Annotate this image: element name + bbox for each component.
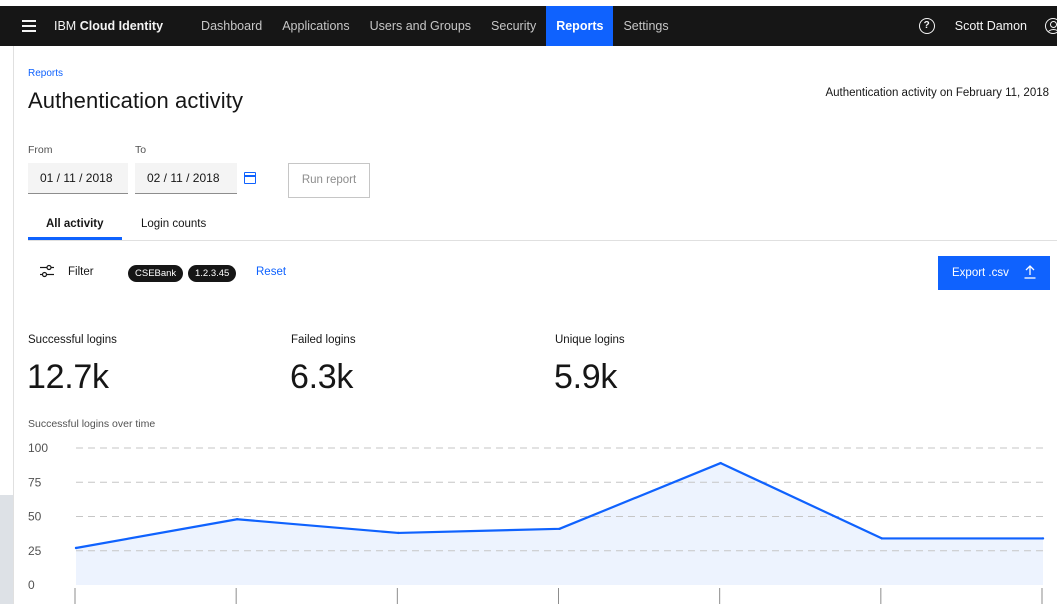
nav-item-reports[interactable]: Reports [546,6,614,46]
filter-sliders-icon[interactable] [40,264,54,278]
chart-point-0 [74,546,78,550]
tabs-divider [28,240,1057,241]
kpi-successful-label: Successful logins [28,334,117,346]
filter-tag-ip[interactable]: 1.2.3.45 [188,265,237,282]
chart-area-fill [76,463,1043,585]
export-csv-button[interactable]: Export .csv [938,256,1050,290]
export-label: Export .csv [952,267,1009,279]
breadcrumb-reports[interactable]: Reports [28,68,63,79]
product-brand[interactable]: IBM Cloud Identity [54,19,163,33]
chart-point-3 [558,527,561,531]
top-navigation: IBM Cloud Identity Dashboard Application… [0,6,1057,46]
nav-item-dashboard[interactable]: Dashboard [191,6,272,46]
activity-date-label: Authentication activity on February 11, … [825,87,1049,99]
calendar-icon[interactable] [244,172,256,184]
chart-y-tick-75: 75 [28,475,42,489]
filter-tag-csebank[interactable]: CSEBank [128,265,184,282]
chart-y-tick-25: 25 [28,544,42,558]
tab-login-counts[interactable]: Login counts [141,218,206,230]
chart-point-6 [1041,537,1045,540]
user-avatar-icon[interactable] [1045,18,1057,34]
run-report-button[interactable]: Run report [288,163,370,198]
kpi-failed-label: Failed logins [291,334,356,346]
to-date-input[interactable]: 02 / 11 / 2018 [135,163,237,194]
filter-label[interactable]: Filter [68,266,94,278]
kpi-successful-value: 12.7k [27,358,109,396]
hamburger-menu-icon[interactable] [22,20,36,32]
brand-prefix: IBM [54,19,77,33]
help-icon[interactable]: ? [918,18,935,34]
kpi-unique-label: Unique logins [555,334,625,346]
chart-point-5 [880,537,884,540]
to-label: To [135,144,147,156]
chart-point-4 [719,461,722,465]
chart-y-tick-0: 0 [28,578,35,592]
chart-point-2 [397,531,400,535]
nav-right-group: ? Scott Damon [918,6,1057,46]
nav-item-applications[interactable]: Applications [272,6,359,46]
page-title: Authentication activity [28,88,244,113]
tab-all-activity[interactable]: All activity [46,218,104,230]
chart-y-tick-50: 50 [28,510,42,524]
from-label: From [28,144,53,156]
chart-title: Successful logins over time [28,418,156,430]
brand-name: Cloud Identity [79,19,164,33]
reset-filters-link[interactable]: Reset [256,266,286,278]
upload-icon [1024,265,1036,279]
nav-item-security[interactable]: Security [481,6,546,46]
kpi-unique-value: 5.9k [554,358,618,396]
chart-point-1 [235,518,239,521]
nav-item-settings[interactable]: Settings [613,6,678,46]
user-name[interactable]: Scott Damon [955,19,1027,33]
successful-logins-chart: 100 75 50 25 0 [28,441,1045,604]
kpi-failed-value: 6.3k [290,358,354,396]
chart-y-tick-100: 100 [28,441,48,455]
from-date-input[interactable]: 01 / 11 / 2018 [28,163,128,194]
nav-item-users-and-groups[interactable]: Users and Groups [360,6,481,46]
